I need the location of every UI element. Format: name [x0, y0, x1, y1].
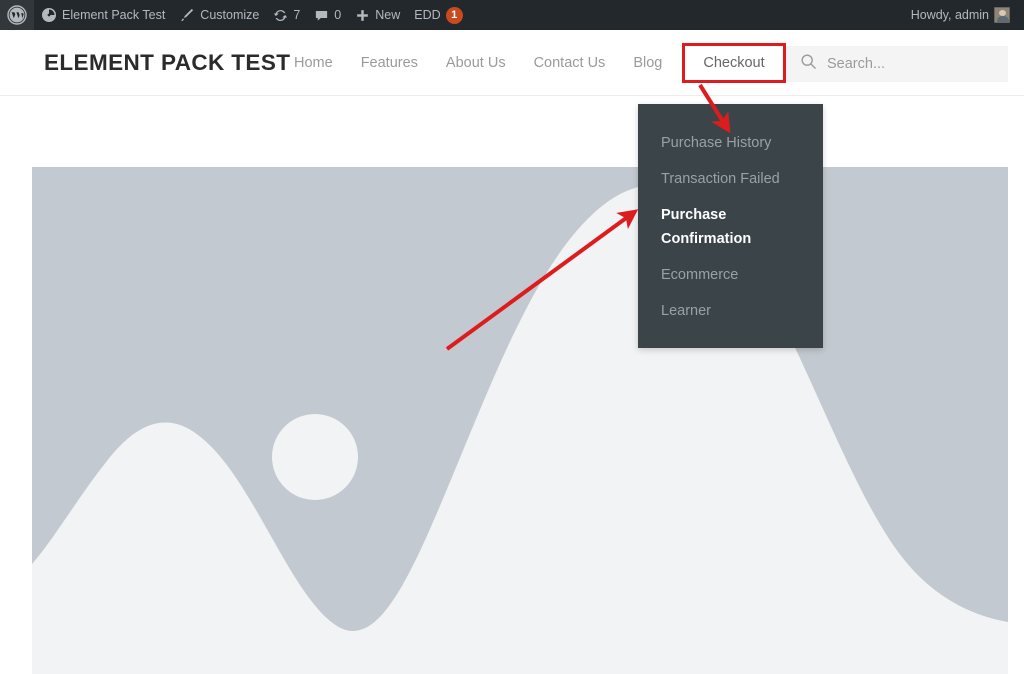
hero-placeholder-image: [32, 167, 1008, 674]
plus-icon: [355, 8, 370, 23]
admin-bar-updates-count: 7: [293, 8, 300, 22]
placeholder-graphic: [32, 167, 1008, 674]
nav-item-checkout-wrapper: Checkout: [682, 43, 785, 83]
admin-bar-comments[interactable]: 0: [307, 0, 348, 30]
admin-bar-site-name-label: Element Pack Test: [62, 8, 165, 22]
dropdown-item-purchase-confirmation[interactable]: Purchase Confirmation: [638, 198, 823, 258]
search-icon: [800, 53, 817, 75]
checkout-dropdown-menu: Purchase History Transaction Failed Purc…: [638, 104, 823, 348]
wp-admin-bar: Element Pack Test Customize 7: [0, 0, 1024, 30]
admin-bar-edd[interactable]: EDD 1: [407, 0, 469, 30]
admin-bar-greeting: Howdy, admin: [911, 8, 989, 22]
dropdown-item-ecommerce[interactable]: Ecommerce: [638, 258, 823, 294]
nav-item-about-us[interactable]: About Us: [432, 49, 520, 77]
nav-item-blog[interactable]: Blog: [619, 49, 676, 77]
wordpress-logo-icon: [7, 5, 27, 25]
dropdown-item-learner[interactable]: Learner: [638, 294, 823, 330]
site-brand[interactable]: ELEMENT PACK TEST: [44, 50, 290, 76]
primary-navigation: Home Features About Us Contact Us Blog C…: [280, 30, 786, 96]
admin-bar-account[interactable]: Howdy, admin: [904, 0, 1024, 30]
admin-bar-new-label: New: [375, 8, 400, 22]
nav-item-home[interactable]: Home: [280, 49, 347, 77]
comment-bubble-icon: [314, 8, 329, 23]
checkout-highlight-box: Checkout: [682, 43, 785, 83]
updates-icon: [273, 8, 288, 23]
browser-page: Element Pack Test Customize 7: [0, 0, 1024, 674]
search-input[interactable]: [827, 56, 994, 72]
search-box[interactable]: [786, 46, 1008, 82]
dropdown-item-transaction-failed[interactable]: Transaction Failed: [638, 162, 823, 198]
nav-item-checkout[interactable]: Checkout: [703, 55, 764, 71]
admin-bar-customize-label: Customize: [200, 8, 259, 22]
dashboard-icon: [41, 7, 57, 23]
admin-bar-edd-badge: 1: [446, 7, 463, 24]
admin-bar-updates[interactable]: 7: [266, 0, 307, 30]
user-avatar-icon: [994, 7, 1010, 23]
dropdown-item-purchase-history[interactable]: Purchase History: [638, 126, 823, 162]
admin-bar-wp-logo[interactable]: [0, 0, 34, 30]
admin-bar-customize[interactable]: Customize: [172, 0, 266, 30]
nav-item-contact-us[interactable]: Contact Us: [520, 49, 620, 77]
nav-item-features[interactable]: Features: [347, 49, 432, 77]
admin-bar-new-content[interactable]: New: [348, 0, 407, 30]
admin-bar-comments-count: 0: [334, 8, 341, 22]
admin-bar-site-name[interactable]: Element Pack Test: [34, 0, 172, 30]
paintbrush-icon: [179, 7, 195, 23]
site-header: ELEMENT PACK TEST Home Features About Us…: [0, 30, 1024, 96]
admin-bar-edd-label: EDD: [414, 8, 440, 22]
